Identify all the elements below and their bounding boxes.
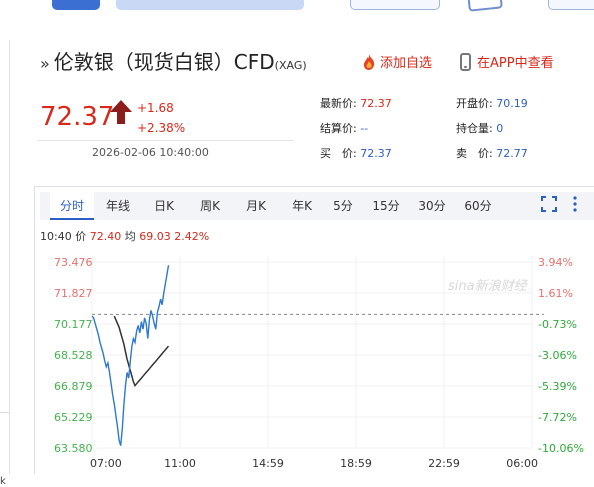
- y-tick-left: 65.229: [54, 411, 93, 424]
- y-tick-right: 1.61%: [538, 287, 573, 300]
- y-tick-right: -5.39%: [538, 380, 577, 393]
- watermark: sina新浪财经: [448, 278, 529, 294]
- x-tick: 14:59: [252, 457, 284, 470]
- y-tick-left: 70.177: [54, 318, 93, 331]
- y-tick-right: -3.06%: [538, 349, 577, 362]
- y-tick-left: 73.476: [54, 256, 93, 269]
- y-tick-left: 63.580: [54, 442, 93, 455]
- intraday-chart[interactable]: sina新浪财经 73.476 71.827 70.177 68.528 66.879 6…: [0, 0, 594, 474]
- y-axis-right: 3.94% 1.61% -0.73% -3.06% -5.39% -7.72% -10.06…: [538, 256, 584, 455]
- y-tick-left: 68.528: [54, 349, 93, 362]
- y-tick-right: -10.06%: [538, 442, 584, 455]
- x-tick: 07:00: [90, 457, 122, 470]
- y-tick-right: -0.73%: [538, 318, 577, 331]
- edge-mark: k: [0, 476, 6, 487]
- y-axis-left: 73.476 71.827 70.177 68.528 66.879 65.229 63.5…: [54, 256, 93, 455]
- y-tick-left: 71.827: [54, 287, 93, 300]
- x-axis: 07:00 11:00 14:59 18:59 22:59 06:00: [90, 457, 538, 470]
- x-tick: 18:59: [340, 457, 372, 470]
- x-tick: 06:00: [506, 457, 538, 470]
- y-tick-right: 3.94%: [538, 256, 573, 269]
- x-tick: 22:59: [428, 457, 460, 470]
- x-tick: 11:00: [164, 457, 196, 470]
- y-tick-left: 66.879: [54, 380, 93, 393]
- y-tick-right: -7.72%: [538, 411, 577, 424]
